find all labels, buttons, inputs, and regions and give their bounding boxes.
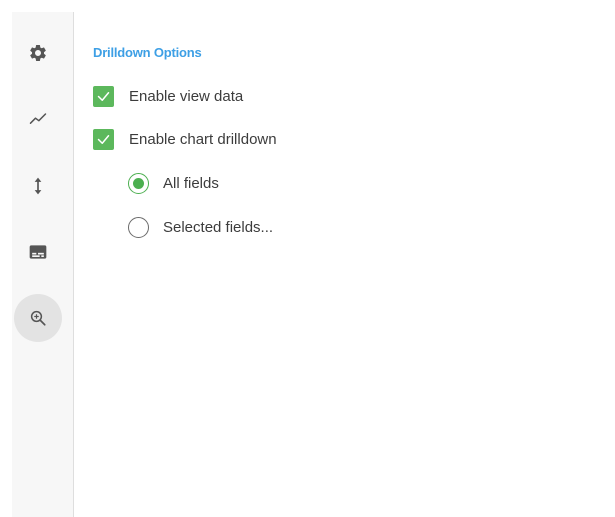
checkbox-checked-icon[interactable] [93,86,114,107]
vertical-arrows-icon [28,176,48,196]
selected-fields-label: Selected fields... [163,219,274,236]
line-chart-icon [28,109,48,129]
all-fields-radio[interactable]: All fields [128,173,219,194]
sidebar-item-drilldown[interactable] [14,294,62,342]
enable-view-data-checkbox[interactable]: Enable view data [93,86,243,107]
enable-view-data-label: Enable view data [129,88,244,105]
drilldown-panel: Drilldown Options Enable view data Enabl… [0,0,615,517]
all-fields-label: All fields [163,175,219,192]
settings-sidebar [12,12,74,517]
sidebar-item-labels[interactable] [14,228,62,276]
sidebar-item-axis[interactable] [14,162,62,210]
checkbox-checked-icon[interactable] [93,129,114,150]
enable-chart-drilldown-checkbox[interactable]: Enable chart drilldown [93,129,277,150]
radio-dot [133,178,144,189]
radio-selected-icon[interactable] [128,173,149,194]
radio-unselected-icon[interactable] [128,217,149,238]
zoom-in-icon [29,309,47,327]
selected-fields-radio[interactable]: Selected fields... [128,217,273,238]
enable-chart-drilldown-label: Enable chart drilldown [129,131,277,148]
drilldown-options-section: Drilldown Options Enable view data Enabl… [93,12,593,517]
subtitles-icon [28,242,48,262]
sidebar-item-chart[interactable] [14,95,62,143]
gear-icon [28,43,48,63]
sidebar-item-general[interactable] [14,29,62,77]
section-title: Drilldown Options [93,45,202,60]
